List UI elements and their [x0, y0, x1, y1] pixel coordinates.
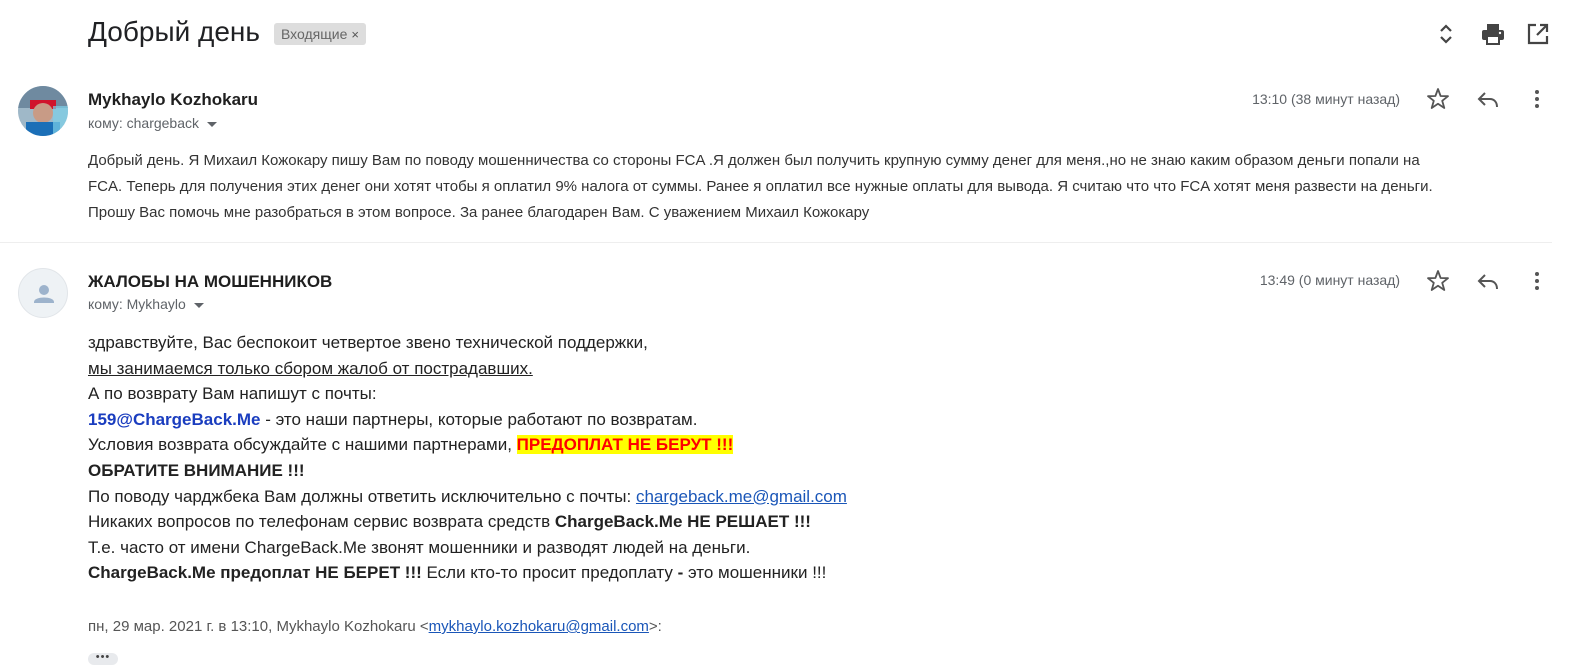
subject-row: Добрый день Входящие ×	[0, 0, 1576, 70]
highlighted-warning: ПРЕДОПЛАТ НЕ БЕРУТ !!!	[516, 435, 734, 455]
no-prepayment-bold: ChargeBack.Me предоплат НЕ БЕРЕТ !!!	[88, 563, 422, 583]
show-trimmed-content-button[interactable]: •••	[88, 652, 118, 665]
open-in-new-window-icon[interactable]	[1524, 20, 1552, 48]
body-line: Добрый день. Я Михаил Кожокару пишу Вам …	[88, 152, 1420, 169]
body-line: Т.е. часто от имени ChargeBack.Me звонят…	[88, 537, 751, 557]
email-subject: Добрый день	[88, 16, 260, 47]
body-line: здравствуйте, Вас беспокоит четвертое зв…	[88, 333, 648, 352]
more-options-icon[interactable]	[1524, 86, 1550, 112]
attention-heading: ОБРАТИТЕ ВНИМАНИЕ !!!	[88, 460, 305, 480]
quote-suffix: >:	[648, 618, 662, 635]
quote-email-link[interactable]: mykhaylo.kozhokaru@gmail.com	[429, 618, 649, 635]
print-icon[interactable]	[1479, 20, 1507, 48]
star-icon[interactable]	[1425, 268, 1451, 294]
partner-email: 159@ChargeBack.Me	[88, 409, 261, 429]
recipient-text: кому: chargeback	[88, 115, 200, 131]
label-chip-text: Входящие	[281, 26, 348, 42]
sender-avatar-photo[interactable]	[18, 86, 68, 136]
quoted-header: пн, 29 мар. 2021 г. в 13:10, Mykhaylo Ko…	[88, 618, 662, 635]
default-avatar-icon[interactable]	[18, 268, 68, 318]
phone-text: Никаких вопросов по телефонам сервис воз…	[88, 512, 555, 532]
scammers-text: это мошенники !!!	[683, 563, 827, 583]
recipient-line[interactable]: кому: chargeback	[88, 115, 218, 131]
expand-collapse-icon[interactable]	[1432, 20, 1460, 48]
chargeback-text: По поводу чарджбека Вам должны ответить …	[88, 486, 636, 506]
inbox-label-chip[interactable]: Входящие ×	[274, 23, 366, 45]
more-options-icon[interactable]	[1524, 268, 1550, 294]
partner-email-note: - это наши партнеры, которые работают по…	[260, 409, 698, 429]
message-body: Добрый день. Я Михаил Кожокару пишу Вам …	[88, 148, 1548, 226]
body-line: По поводу чарджбека Вам должны ответить …	[88, 484, 1288, 510]
body-line: FCA. Теперь для получения этих денег они…	[88, 178, 1433, 195]
recipient-details-dropdown-icon[interactable]	[207, 121, 218, 127]
body-line: Никаких вопросов по телефонам сервис воз…	[88, 509, 1288, 535]
body-line: Условия возврата обсуждайте с нашими пар…	[88, 432, 1288, 458]
phone-warning-bold: ChargeBack.Me НЕ РЕШАЕТ !!!	[554, 512, 811, 532]
recipient-text: кому: Mykhaylo	[88, 296, 186, 312]
reply-icon[interactable]	[1475, 86, 1501, 112]
sender-name[interactable]: Mykhaylo Kozhokaru	[88, 90, 258, 110]
remove-label-icon[interactable]: ×	[351, 27, 359, 42]
body-line: ChargeBack.Me предоплат НЕ БЕРЕТ !!! Есл…	[88, 560, 1288, 586]
sender-name[interactable]: ЖАЛОБЫ НА МОШЕННИКОВ	[88, 272, 332, 292]
recipient-details-dropdown-icon[interactable]	[193, 302, 204, 308]
body-line: 159@ChargeBack.Me - это наши партнеры, к…	[88, 407, 1288, 433]
body-line-underlined: мы занимаемся только сбором жалоб от пос…	[88, 358, 533, 378]
body-line: Прошу Вас помочь мне разобраться в этом …	[88, 204, 870, 221]
message-divider	[0, 242, 1552, 243]
star-icon[interactable]	[1425, 86, 1451, 112]
message-timestamp: 13:49 (0 минут назад)	[1259, 272, 1400, 288]
body-line: А по возврату Вам напишут с почты:	[88, 384, 377, 404]
message-body: здравствуйте, Вас беспокоит четвертое зв…	[88, 330, 1288, 586]
quote-prefix: пн, 29 мар. 2021 г. в 13:10, Mykhaylo Ko…	[88, 618, 429, 635]
chargeback-email-link[interactable]: chargeback.me@gmail.com	[636, 487, 847, 506]
conditions-text: Условия возврата обсуждайте с нашими пар…	[88, 435, 517, 455]
recipient-line[interactable]: кому: Mykhaylo	[88, 296, 204, 312]
prepayment-text: Если кто-то просит предоплату	[421, 563, 678, 583]
reply-icon[interactable]	[1475, 268, 1501, 294]
message-timestamp: 13:10 (38 минут назад)	[1252, 91, 1400, 107]
